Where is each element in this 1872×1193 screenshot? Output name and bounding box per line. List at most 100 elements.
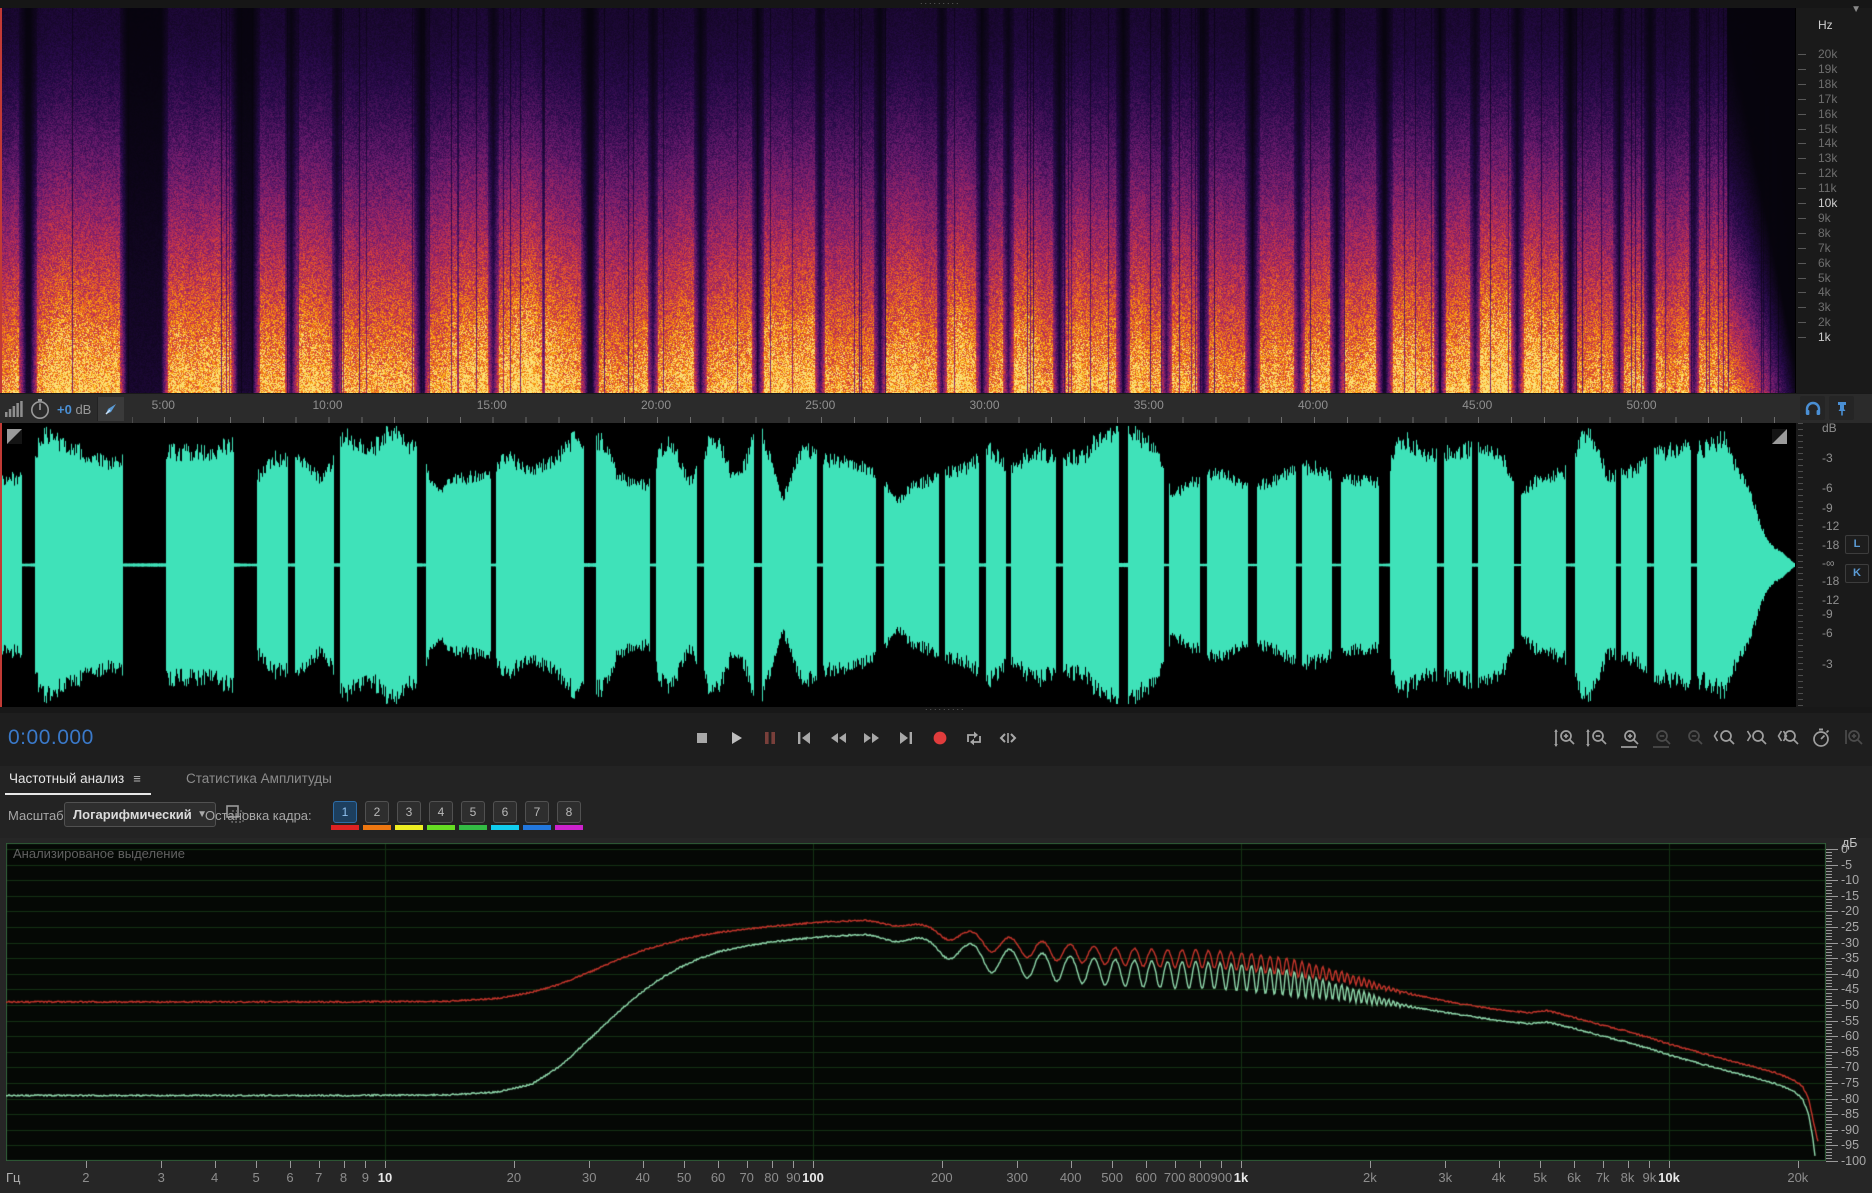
fast-forward-button[interactable] [858,723,886,753]
x-axis-tick [385,1161,386,1168]
x-axis-tick [1241,1161,1242,1168]
y-axis-tick [1826,1126,1832,1128]
stop-button[interactable] [688,723,716,753]
x-axis-tick [1199,1161,1201,1168]
x-axis-label: 400 [1059,1170,1082,1185]
amplitude-minor-ticks [1798,423,1803,707]
x-axis-tick [1574,1161,1576,1168]
x-axis-label: 60 [710,1170,726,1185]
pause-button[interactable] [756,723,784,753]
y-axis-tick [1826,1092,1832,1094]
y-axis-tick [1826,1139,1832,1141]
frequency-label: 5k [1818,270,1831,285]
zoom-reset-button[interactable] [1679,723,1706,753]
x-axis-tick [684,1161,686,1168]
y-axis-tick [1826,976,1832,978]
spectrogram-view[interactable] [0,8,1795,393]
x-axis-tick [256,1161,258,1168]
frequency-tick [1798,203,1806,204]
hold-frame-button-6[interactable]: 6 [493,801,517,823]
x-axis-tick [1070,1161,1072,1168]
playhead-line[interactable] [0,8,2,393]
zoom-full-button[interactable] [1839,723,1866,753]
y-axis-tick [1826,986,1832,988]
channel-button-l[interactable]: L [1845,535,1869,554]
y-axis-tick [1826,964,1832,966]
pin-button[interactable] [97,397,125,421]
frequency-label: 11k [1818,181,1837,196]
zoom-to-in-point-button[interactable] [1711,723,1738,753]
y-axis-label: -50 [1841,998,1860,1012]
chevron-down-icon[interactable]: ▼ [1851,4,1861,15]
hold-frame-button-1[interactable]: 1 [333,801,357,823]
zoom-out-vertical-button[interactable] [1583,723,1610,753]
tab-amplitude-statistics[interactable]: Статистика Амплитуды [186,771,332,786]
y-axis-tick [1826,880,1838,882]
y-axis-tick [1826,1107,1832,1109]
frequency-label: 19k [1818,61,1838,76]
frequency-axis: Гц 2 3 4 5 6 7 8 9 10 20 30 40 50 60 70 80 90 100 200 300 40… [0,1161,1826,1193]
hold-buttons: 12345678 [331,801,583,830]
skip-to-end-button[interactable] [892,723,920,753]
transport-buttons [688,723,1022,753]
y-axis-tick [1826,1029,1832,1031]
db-label: -12 [1822,519,1840,533]
panel-menu-icon[interactable]: ≡ [133,771,141,786]
x-axis-label: 80 [764,1170,779,1185]
zoom-out-horizontal-button[interactable] [1647,723,1674,753]
hold-frame-button-8[interactable]: 8 [557,801,581,823]
corner-handle-icon[interactable] [7,429,22,444]
y-axis-tick [1826,855,1832,857]
panel-splitter-top[interactable]: ......... [0,0,1872,8]
waveform-view[interactable] [0,423,1795,707]
record-button[interactable] [926,723,954,753]
x-axis-label: 10k [1658,1170,1680,1185]
tab-label: Частотный анализ [9,771,125,786]
channel-button-k[interactable]: K [1845,564,1869,583]
waveform-canvas[interactable] [0,423,1795,707]
skip-to-start-button[interactable] [790,723,818,753]
y-axis-tick [1826,923,1832,925]
y-axis-tick [1826,948,1832,950]
play-button[interactable] [722,723,750,753]
y-axis-label: -70 [1841,1060,1860,1075]
time-display[interactable]: 0:00.000 [8,726,94,750]
clock-icon[interactable] [29,398,51,420]
hold-frame-button-2[interactable]: 2 [365,801,389,823]
x-axis-tick [85,1161,87,1168]
zoom-to-out-point-button[interactable] [1743,723,1770,753]
hold-frame-button-3[interactable]: 3 [397,801,421,823]
y-axis-label: -90 [1841,1122,1860,1137]
frequency-label: 8k [1818,225,1831,240]
y-axis-tick [1826,1039,1832,1041]
headphones-toggle[interactable] [1800,396,1825,420]
spectrogram-canvas[interactable] [0,8,1795,393]
frequency-label: 13k [1818,151,1838,166]
hold-frame-button-5[interactable]: 5 [461,801,485,823]
playhead-line[interactable] [0,423,2,707]
y-axis-tick [1826,1064,1832,1066]
x-axis-tick [214,1161,216,1168]
pin-toggle[interactable] [1829,396,1854,420]
loop-playback-button[interactable] [960,723,988,753]
y-axis-tick [1826,933,1832,935]
hold-frame-color-bar [555,825,583,830]
timer-button[interactable] [1807,723,1834,753]
rewind-button[interactable] [824,723,852,753]
tab-frequency-analysis[interactable]: Частотный анализ ≡ [9,771,141,786]
scale-dropdown[interactable]: Логарифмический ▼ [64,802,216,827]
zoom-in-vertical-button[interactable] [1551,723,1578,753]
gain-value[interactable]: +0 dB [57,402,91,417]
hold-frame-button-7[interactable]: 7 [525,801,549,823]
y-axis-tick [1826,861,1832,863]
corner-handle-icon[interactable] [1772,429,1787,444]
amplitude-scale: dB -3 -6 -9 -12 -18 -∞ -18 -12 -9 -6 -3 L K [1795,421,1872,707]
y-axis-tick [1826,1070,1832,1072]
frequency-tick [1798,322,1806,324]
zoom-in-horizontal-button[interactable] [1615,723,1642,753]
hold-frame-button-4[interactable]: 4 [429,801,453,823]
zoom-to-selection-button[interactable] [1775,723,1802,753]
x-axis-label: 3k [1438,1170,1453,1185]
zoom-toolbar [1551,723,1866,753]
skip-frames-button[interactable] [994,723,1022,753]
